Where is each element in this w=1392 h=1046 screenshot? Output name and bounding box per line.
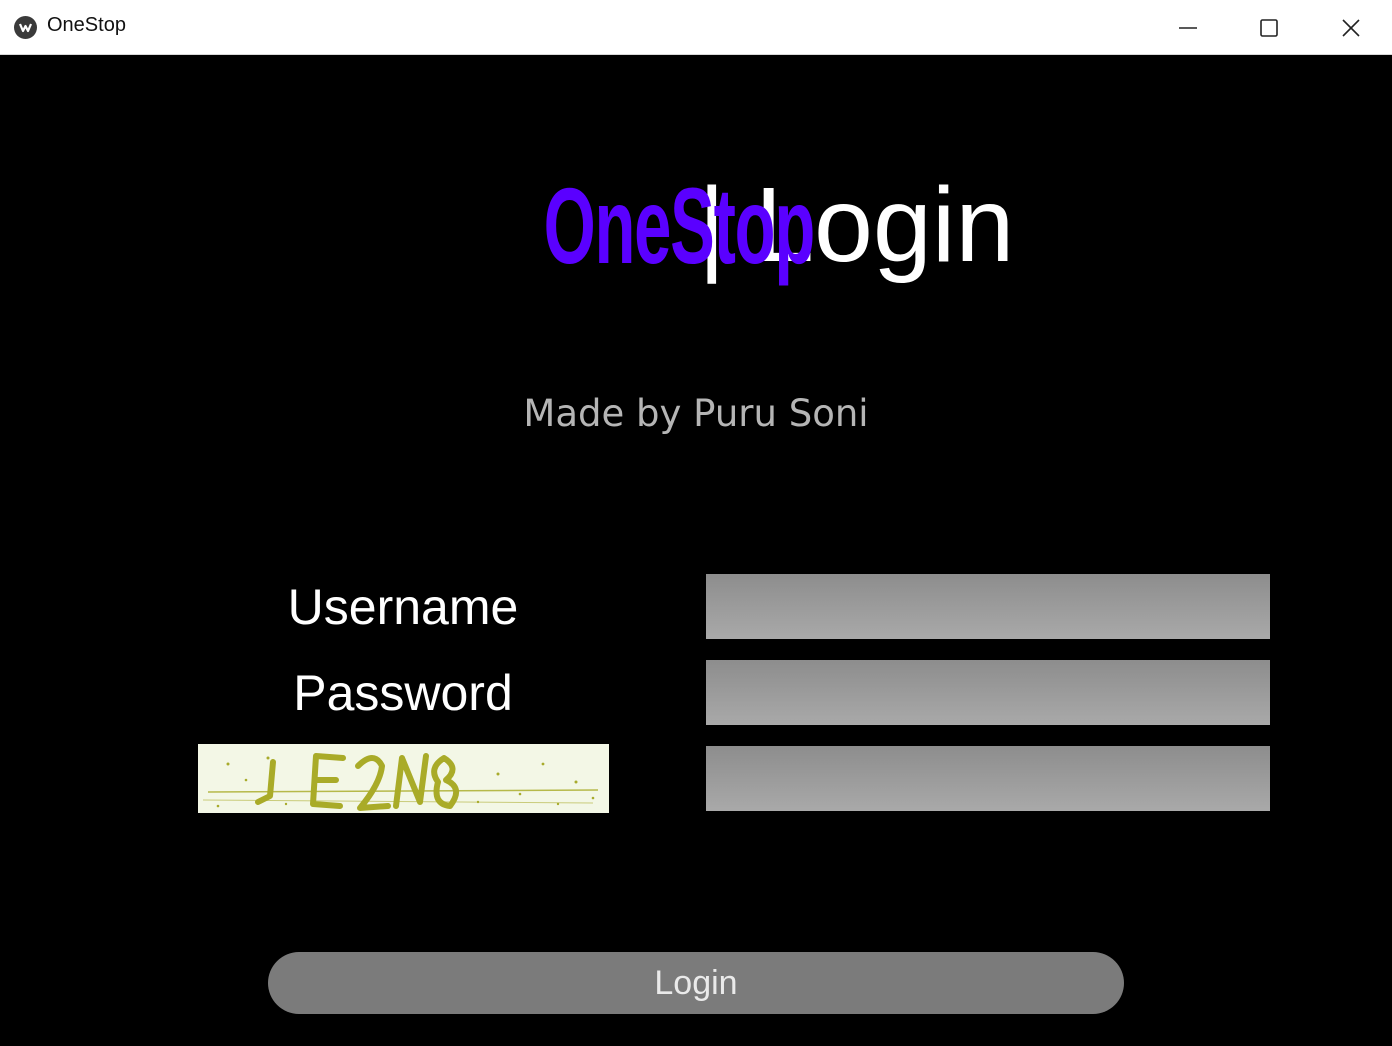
page-heading: OneStop | Login bbox=[0, 160, 1392, 290]
window-title: OneStop bbox=[47, 14, 126, 36]
password-input[interactable] bbox=[706, 660, 1270, 725]
brand-title: OneStop bbox=[543, 164, 815, 286]
close-button[interactable] bbox=[1311, 0, 1391, 55]
title-bar[interactable]: OneStop bbox=[0, 0, 1392, 55]
username-input[interactable] bbox=[706, 574, 1270, 639]
app-window: OneStop OneStop | Login Made by Puru Son… bbox=[0, 0, 1392, 1046]
app-logo-icon bbox=[14, 16, 37, 39]
captcha-graphic bbox=[202, 753, 599, 811]
close-icon bbox=[1342, 18, 1360, 37]
password-label: Password bbox=[293, 665, 513, 721]
author-credit: Made by Puru Soni bbox=[523, 392, 869, 435]
minimize-icon bbox=[1179, 26, 1197, 29]
login-button[interactable]: Login bbox=[268, 952, 1124, 1014]
captcha-image bbox=[198, 744, 609, 813]
captcha-input[interactable] bbox=[706, 746, 1270, 811]
maximize-button[interactable] bbox=[1229, 0, 1309, 55]
minimize-button[interactable] bbox=[1148, 0, 1228, 55]
username-label: Username bbox=[287, 579, 519, 635]
maximize-icon bbox=[1260, 18, 1278, 37]
